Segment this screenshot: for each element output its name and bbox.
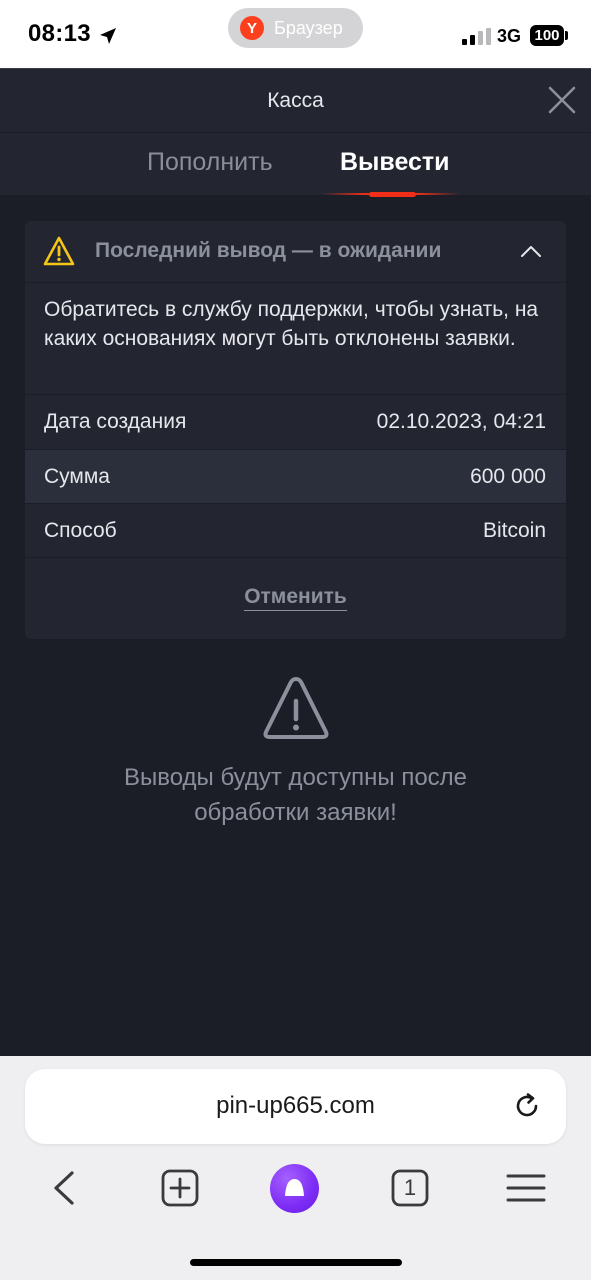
modal-header: Касса xyxy=(0,68,591,132)
cancel-area: Отменить xyxy=(25,557,566,639)
alice-glyph-icon xyxy=(285,1179,304,1196)
warning-icon xyxy=(43,236,75,266)
notice-line: обработки заявки! xyxy=(194,799,397,826)
status-bar: 08:13 Y Браузер 3G 100 xyxy=(0,0,591,68)
home-indicator xyxy=(190,1259,402,1266)
close-icon[interactable] xyxy=(547,85,577,115)
refresh-icon[interactable] xyxy=(513,1092,541,1120)
yandex-logo-icon: Y xyxy=(240,16,264,40)
detail-value: 02.10.2023, 04:21 xyxy=(376,410,546,433)
warning-icon xyxy=(263,677,329,739)
detail-label: Дата создания xyxy=(44,410,187,433)
location-arrow-icon xyxy=(100,28,116,44)
url-text: pin-up665.com xyxy=(216,1092,375,1119)
withdrawal-description: Обратитесь в службу поддержки, чтобы узн… xyxy=(44,298,539,350)
withdrawal-status-title: Последний вывод — в ожидании xyxy=(95,239,442,262)
detail-row-method: Способ Bitcoin xyxy=(25,503,566,557)
detail-row-date: Дата создания 02.10.2023, 04:21 xyxy=(25,394,566,448)
cashier-tabs xyxy=(0,132,591,195)
detail-row-amount: Сумма 600 000 xyxy=(25,449,566,503)
pending-withdrawal-card: Последний вывод — в ожидании Обратитесь … xyxy=(25,221,566,639)
alice-icon[interactable] xyxy=(270,1164,319,1213)
back-icon[interactable] xyxy=(48,1170,80,1206)
withdrawal-card-header[interactable]: Последний вывод — в ожидании xyxy=(25,221,566,283)
tab-deposit[interactable]: Пополнить xyxy=(147,148,273,177)
detail-value: 600 000 xyxy=(470,465,546,488)
battery-tip xyxy=(565,31,568,40)
back-to-browser-pill[interactable]: Y Браузер xyxy=(228,8,363,48)
notice-line: Выводы будут доступны после xyxy=(123,764,468,791)
detail-label: Сумма xyxy=(44,465,110,488)
tab-withdraw[interactable]: Вывести xyxy=(340,148,450,177)
detail-label: Способ xyxy=(44,519,117,542)
new-tab-icon[interactable] xyxy=(161,1169,199,1207)
menu-icon[interactable] xyxy=(506,1173,546,1203)
signal-icon xyxy=(462,28,491,45)
cancel-withdrawal-link[interactable]: Отменить xyxy=(244,585,347,611)
status-time: 08:13 xyxy=(28,20,91,47)
withdrawal-unavailable-notice: Выводы будут доступны после обработки за… xyxy=(40,760,551,830)
active-tab-indicator xyxy=(369,192,416,197)
chevron-up-icon[interactable] xyxy=(520,243,542,259)
detail-value: Bitcoin xyxy=(482,519,546,542)
modal-title: Касса xyxy=(267,89,324,112)
address-bar[interactable]: pin-up665.com xyxy=(25,1069,566,1144)
browser-pill-label: Браузер xyxy=(274,17,343,38)
battery-icon: 100 xyxy=(530,25,564,46)
network-type: 3G xyxy=(497,26,522,46)
tabs-count: 1 xyxy=(403,1175,417,1200)
